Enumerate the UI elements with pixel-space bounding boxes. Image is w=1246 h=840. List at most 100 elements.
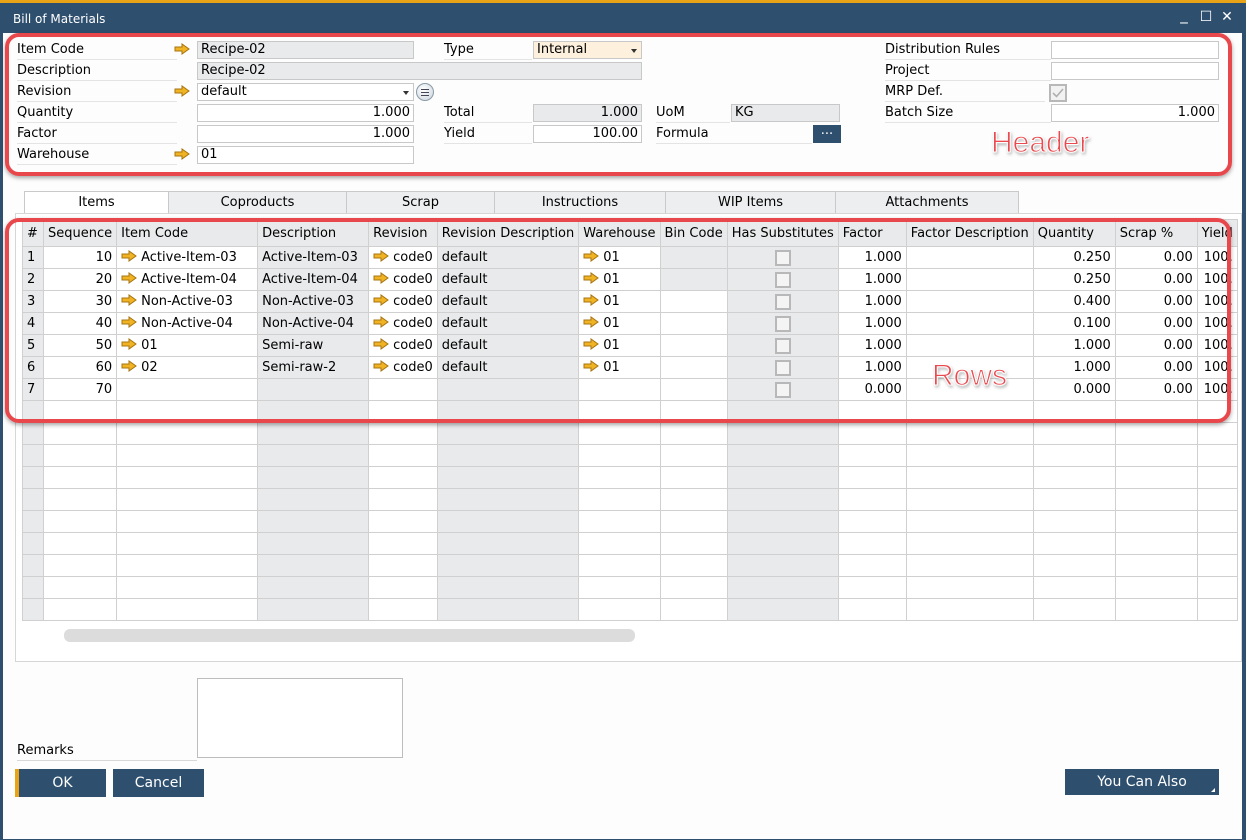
cell-qty[interactable]: [1032, 532, 1116, 555]
cell-factor[interactable]: [837, 444, 907, 467]
tab-items[interactable]: Items: [24, 191, 169, 214]
cell-rev-desc[interactable]: [436, 598, 580, 621]
cell-factor[interactable]: [837, 510, 907, 533]
cell-desc[interactable]: [257, 488, 370, 511]
cell-scrap[interactable]: [1114, 466, 1198, 489]
cell-wh[interactable]: [578, 532, 661, 555]
cell-yield[interactable]: [1196, 422, 1238, 445]
cell-rev[interactable]: [368, 488, 438, 511]
cell-subs[interactable]: [726, 554, 839, 577]
cell-rev-desc[interactable]: [436, 444, 580, 467]
cell-yield[interactable]: [1196, 532, 1238, 555]
cell-wh[interactable]: [578, 488, 661, 511]
cell-factor-desc[interactable]: [905, 444, 1034, 467]
tab-wip-items[interactable]: WIP Items: [665, 191, 836, 214]
empty-row[interactable]: [22, 510, 1238, 533]
cell-item[interactable]: [116, 554, 259, 577]
cell-scrap[interactable]: [1114, 576, 1198, 599]
cell-item[interactable]: [116, 444, 259, 467]
cell-yield[interactable]: [1196, 554, 1238, 577]
cell-yield[interactable]: [1196, 598, 1238, 621]
cell-factor-desc[interactable]: [905, 422, 1034, 445]
cell-scrap[interactable]: [1114, 444, 1198, 467]
cell-scrap[interactable]: [1114, 422, 1198, 445]
cell-bin[interactable]: [659, 466, 728, 489]
cell-subs[interactable]: [726, 576, 839, 599]
cell-rev-desc[interactable]: [436, 488, 580, 511]
empty-row[interactable]: [22, 444, 1238, 467]
cell-wh[interactable]: [578, 466, 661, 489]
cell-rev-desc[interactable]: [436, 510, 580, 533]
cell-desc[interactable]: [257, 444, 370, 467]
cell-factor-desc[interactable]: [905, 598, 1034, 621]
cell-seq[interactable]: [42, 598, 118, 621]
cell-desc[interactable]: [257, 532, 370, 555]
cell-desc[interactable]: [257, 510, 370, 533]
cell-bin[interactable]: [659, 444, 728, 467]
tab-attachments[interactable]: Attachments: [835, 191, 1019, 214]
cell-factor-desc[interactable]: [905, 554, 1034, 577]
cell-qty[interactable]: [1032, 554, 1116, 577]
cell-item[interactable]: [116, 466, 259, 489]
cell-factor-desc[interactable]: [905, 466, 1034, 489]
cell-wh[interactable]: [578, 510, 661, 533]
cell-scrap[interactable]: [1114, 554, 1198, 577]
cell-scrap[interactable]: [1114, 510, 1198, 533]
empty-row[interactable]: [22, 554, 1238, 577]
cell-item[interactable]: [116, 576, 259, 599]
cell-factor[interactable]: [837, 488, 907, 511]
cell-yield[interactable]: [1196, 576, 1238, 599]
cell-factor[interactable]: [837, 466, 907, 489]
cell-item[interactable]: [116, 532, 259, 555]
cell-yield[interactable]: [1196, 444, 1238, 467]
cell-rev[interactable]: [368, 444, 438, 467]
cell-factor[interactable]: [837, 598, 907, 621]
cell-rev-desc[interactable]: [436, 532, 580, 555]
cell-subs[interactable]: [726, 510, 839, 533]
horizontal-scrollbar[interactable]: [64, 629, 635, 642]
cell-seq[interactable]: [42, 576, 118, 599]
cell-item[interactable]: [116, 598, 259, 621]
cell-rev[interactable]: [368, 532, 438, 555]
cell-item[interactable]: [116, 488, 259, 511]
cell-qty[interactable]: [1032, 510, 1116, 533]
cell-scrap[interactable]: [1114, 488, 1198, 511]
cell-rev[interactable]: [368, 466, 438, 489]
cell-factor[interactable]: [837, 532, 907, 555]
tab-coproducts[interactable]: Coproducts: [168, 191, 347, 214]
cell-scrap[interactable]: [1114, 598, 1198, 621]
cell-item[interactable]: [116, 422, 259, 445]
cell-rev[interactable]: [368, 422, 438, 445]
cell-qty[interactable]: [1032, 444, 1116, 467]
empty-row[interactable]: [22, 422, 1238, 445]
cell-factor-desc[interactable]: [905, 532, 1034, 555]
cell-seq[interactable]: [42, 488, 118, 511]
ok-button[interactable]: OK: [15, 769, 106, 797]
tab-scrap[interactable]: Scrap: [346, 191, 495, 214]
empty-row[interactable]: [22, 488, 1238, 511]
cell-qty[interactable]: [1032, 576, 1116, 599]
cancel-button[interactable]: Cancel: [113, 769, 204, 797]
minimize-icon[interactable]: _: [1174, 6, 1194, 24]
cell-scrap[interactable]: [1114, 532, 1198, 555]
cell-bin[interactable]: [659, 488, 728, 511]
cell-factor[interactable]: [837, 554, 907, 577]
cell-bin[interactable]: [659, 576, 728, 599]
cell-factor[interactable]: [837, 422, 907, 445]
cell-wh[interactable]: [578, 576, 661, 599]
cell-subs[interactable]: [726, 422, 839, 445]
you-can-also-button[interactable]: You Can Also: [1065, 769, 1219, 795]
cell-seq[interactable]: [42, 466, 118, 489]
cell-seq[interactable]: [42, 510, 118, 533]
cell-bin[interactable]: [659, 532, 728, 555]
cell-rev-desc[interactable]: [436, 422, 580, 445]
cell-desc[interactable]: [257, 598, 370, 621]
cell-yield[interactable]: [1196, 488, 1238, 511]
cell-rev[interactable]: [368, 598, 438, 621]
cell-wh[interactable]: [578, 554, 661, 577]
empty-row[interactable]: [22, 576, 1238, 599]
cell-factor-desc[interactable]: [905, 488, 1034, 511]
cell-seq[interactable]: [42, 422, 118, 445]
cell-seq[interactable]: [42, 444, 118, 467]
empty-row[interactable]: [22, 466, 1238, 489]
